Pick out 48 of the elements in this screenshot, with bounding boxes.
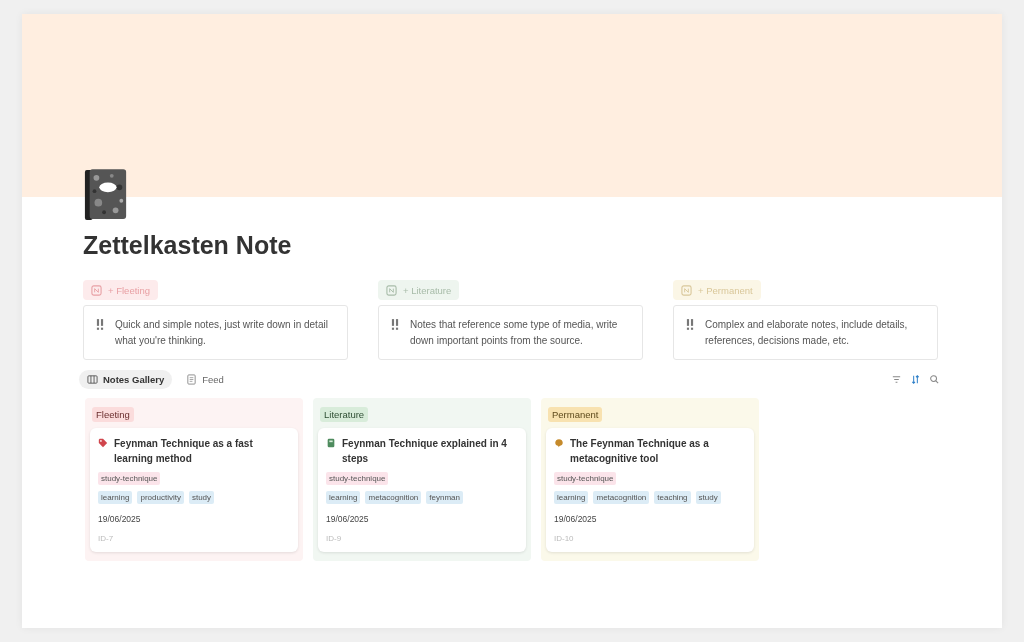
exclamation-icon <box>686 319 695 330</box>
keyword-tag: feynman <box>426 491 463 504</box>
group-label: Permanent <box>548 407 603 422</box>
note-card[interactable]: Feynman Technique explained in 4 steps study-technique learning metacognition feynman 19/06/2025 ID-9 <box>318 428 526 552</box>
view-tab[interactable]: Notes Gallery <box>79 370 173 389</box>
card-date: 19/06/2025 <box>554 514 598 524</box>
card-title: Feynman Technique as a fast learning method <box>114 437 254 466</box>
callout-text: Notes that reference some type of media, write down important points from the source. <box>410 318 619 348</box>
note-card[interactable]: Feynman Technique as a fast learning method study-technique learning productivity study 19/06/2025 ID-7 <box>90 428 298 552</box>
category-tag: study-technique <box>554 472 617 485</box>
keyword-tag: metacognition <box>365 491 422 504</box>
category-tag: study-technique <box>98 472 161 485</box>
callout-text: Quick and simple notes, just write down in detail what you're thinking. <box>115 318 329 348</box>
template-icon <box>91 284 102 296</box>
exclamation-icon <box>96 319 105 330</box>
keyword-tag: study <box>188 491 215 504</box>
card-id: ID-7 <box>98 534 115 543</box>
document-icon <box>186 374 198 385</box>
note-card[interactable]: The Feynman Technique as a metacognitive tool study-technique learning metacognition teaching study 19/06/2025 ID-10 <box>546 428 754 552</box>
callout-text: Complex and elaborate notes, include details, references, decisions made, etc. <box>705 318 909 348</box>
view-tab[interactable]: Feed <box>178 370 232 389</box>
book-icon <box>326 438 336 448</box>
keyword-tag: learning <box>326 491 361 504</box>
keyword-tag: learning <box>98 491 133 504</box>
card-date: 19/06/2025 <box>326 514 370 524</box>
keyword-tag: productivity <box>137 491 184 504</box>
tag-icon <box>98 438 108 448</box>
card-id: ID-10 <box>554 534 575 543</box>
search-icon[interactable] <box>929 374 940 385</box>
sort-icon[interactable] <box>910 374 921 385</box>
template-icon <box>681 284 692 296</box>
card-id: ID-9 <box>326 534 343 543</box>
keyword-tag: study <box>695 491 721 504</box>
notebook-icon <box>83 167 129 223</box>
columns-icon <box>87 374 98 385</box>
template-icon <box>386 284 397 296</box>
keyword-tag: teaching <box>654 491 691 504</box>
keyword-tag: metacognition <box>593 491 650 504</box>
page-title: Zettelkasten Note <box>83 231 293 260</box>
card-title: Feynman Technique explained in 4 steps <box>342 437 508 466</box>
card-date: 19/06/2025 <box>98 514 142 524</box>
card-title: The Feynman Technique as a metacognitive tool <box>570 437 710 466</box>
exclamation-icon <box>391 319 400 330</box>
category-tag: study-technique <box>326 472 389 485</box>
group-label: Fleeting <box>92 407 134 422</box>
filter-icon[interactable] <box>891 374 902 385</box>
keyword-tag: learning <box>554 491 589 504</box>
group-label: Literature <box>320 407 369 422</box>
